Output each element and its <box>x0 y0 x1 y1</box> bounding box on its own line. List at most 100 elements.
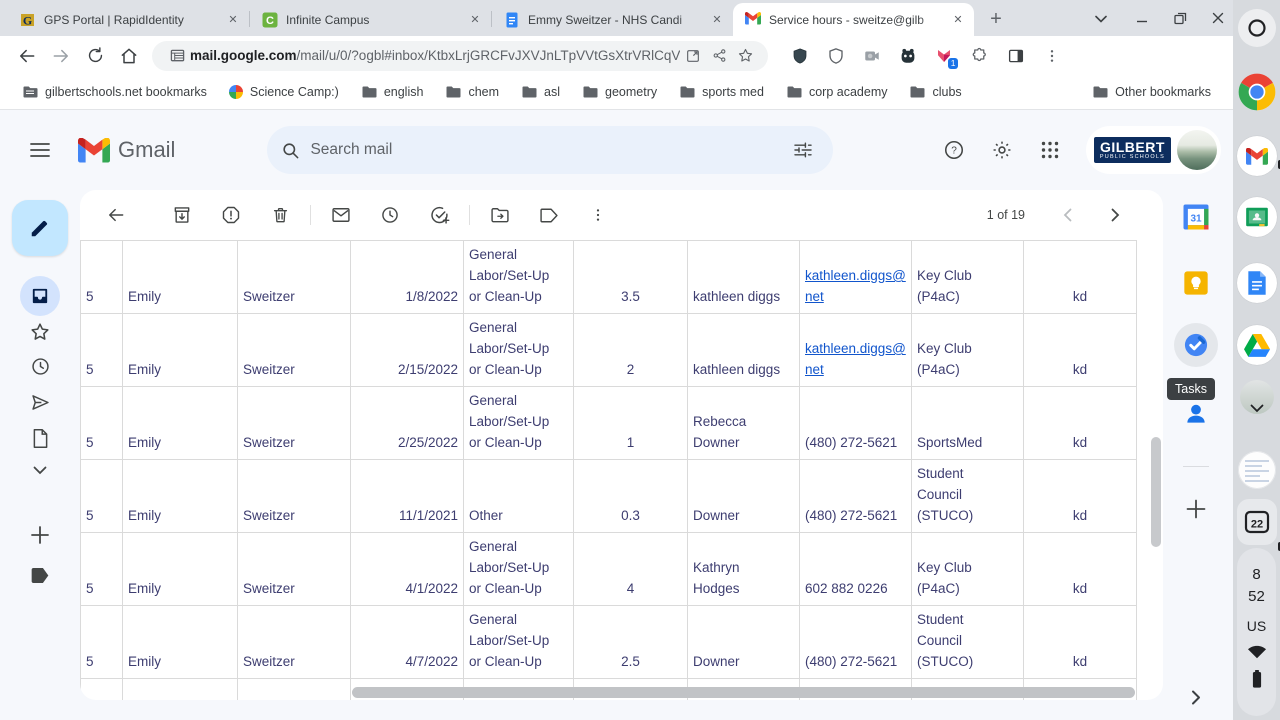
settings-gear-icon[interactable] <box>980 128 1024 172</box>
sidebar-item-starred[interactable] <box>0 321 80 343</box>
google-docs-favicon <box>504 12 520 28</box>
extension-mascot-icon[interactable] <box>892 40 924 72</box>
cell-supervisor: kathleen diggs <box>688 241 800 314</box>
mark-unread-icon[interactable] <box>321 195 361 235</box>
status-tray[interactable]: 8 52 US <box>1237 548 1276 716</box>
bookmark-item[interactable]: english <box>353 80 432 104</box>
bookmark-item[interactable]: Science Camp:) <box>221 81 347 103</box>
minimize-button[interactable] <box>1133 9 1151 27</box>
bookmark-item[interactable]: geometry <box>574 80 665 104</box>
close-tab-icon[interactable]: ✕ <box>467 12 483 28</box>
panel-divider <box>1183 466 1209 467</box>
bookmark-star-icon[interactable] <box>732 43 758 69</box>
star-icon <box>29 321 51 343</box>
older-email-icon[interactable] <box>1095 195 1135 235</box>
cell-contact: kathleen.diggs@ net <box>800 314 912 387</box>
sidebar-item-snoozed[interactable] <box>0 356 80 377</box>
new-tab-button[interactable]: + <box>982 5 1010 33</box>
site-info-icon[interactable] <box>164 43 190 69</box>
gmail-logo[interactable]: Gmail <box>78 137 175 163</box>
extensions-puzzle-icon[interactable] <box>964 40 996 72</box>
email-link[interactable]: kathleen.diggs@ net <box>805 341 906 377</box>
calendar-panel-icon[interactable]: 31 <box>1174 195 1218 239</box>
back-icon[interactable] <box>10 39 44 73</box>
sidebar-item-drafts[interactable] <box>0 428 80 449</box>
extension-shield-dark-icon[interactable] <box>784 40 816 72</box>
move-to-icon[interactable] <box>480 195 520 235</box>
cell-contact: (480) 272-5621 <box>800 606 912 679</box>
cell-date: 4/1/2022 <box>351 533 464 606</box>
tab-gps-portal[interactable]: G GPS Portal | RapidIdentity ✕ <box>8 3 249 36</box>
main-menu-icon[interactable] <box>16 126 64 174</box>
tab-search-icon[interactable] <box>1087 5 1115 33</box>
tab-gmail-service-hours[interactable]: Service hours - sweitze@gilb ✕ <box>733 3 974 36</box>
address-bar[interactable]: mail.google.com/mail/u/0/?ogbl#inbox/Ktb… <box>152 41 768 71</box>
labels-icon[interactable] <box>0 567 80 584</box>
google-apps-grid-icon[interactable] <box>1028 128 1072 172</box>
delete-icon[interactable] <box>260 195 300 235</box>
bookmark-item[interactable]: sports med <box>671 80 772 104</box>
open-in-window-icon[interactable] <box>680 43 706 69</box>
back-to-inbox-icon[interactable] <box>96 195 136 235</box>
gmail-shelf-icon[interactable] <box>1233 136 1280 176</box>
sidebar-more-chevron-icon[interactable] <box>0 466 80 475</box>
more-options-kebab-icon[interactable] <box>578 195 618 235</box>
bookmark-item[interactable]: clubs <box>901 80 969 104</box>
bookmark-item[interactable]: gilbertschools.net bookmarks <box>14 80 215 104</box>
close-window-button[interactable] <box>1209 9 1227 27</box>
report-spam-icon[interactable] <box>211 195 251 235</box>
cell-contact: 602 882 0226 <box>800 533 912 606</box>
classroom-shelf-icon[interactable] <box>1233 197 1280 237</box>
forward-icon[interactable] <box>44 39 78 73</box>
keep-panel-icon[interactable] <box>1174 261 1218 305</box>
sidebar-item-inbox[interactable] <box>0 276 80 316</box>
home-icon[interactable] <box>112 39 146 73</box>
extension-kami-icon[interactable]: 1 <box>928 40 960 72</box>
vertical-scrollbar[interactable] <box>1151 437 1161 547</box>
newer-email-icon[interactable] <box>1047 195 1087 235</box>
extension-shield-outline-icon[interactable] <box>820 40 852 72</box>
other-bookmarks[interactable]: Other bookmarks <box>1084 80 1219 104</box>
extension-camera-icon[interactable] <box>856 40 888 72</box>
snooze-icon[interactable] <box>370 195 410 235</box>
help-icon[interactable]: ? <box>932 128 976 172</box>
create-label-plus-icon[interactable] <box>0 526 80 544</box>
chrome-shelf-icon[interactable] <box>1233 72 1280 112</box>
compose-button[interactable] <box>12 200 68 256</box>
docs-shelf-icon[interactable] <box>1233 263 1280 303</box>
close-tab-icon[interactable]: ✕ <box>709 12 725 28</box>
share-icon[interactable] <box>706 43 732 69</box>
reload-icon[interactable] <box>78 39 112 73</box>
restore-button[interactable] <box>1171 9 1189 27</box>
cell-hours: 2.5 <box>574 606 688 679</box>
add-to-tasks-icon[interactable] <box>419 195 459 235</box>
account-chip[interactable]: GILBERT PUBLIC SCHOOLS <box>1086 126 1221 174</box>
drive-shelf-icon[interactable] <box>1233 325 1280 365</box>
label-icon[interactable] <box>529 195 569 235</box>
search-options-icon[interactable] <box>781 128 825 172</box>
bookmark-item[interactable]: chem <box>437 80 507 104</box>
shelf-scroll-chevron-icon[interactable] <box>1233 404 1280 413</box>
horizontal-scrollbar[interactable] <box>352 687 1135 698</box>
bookmark-item[interactable]: corp academy <box>778 80 896 104</box>
close-tab-icon[interactable]: ✕ <box>950 12 966 28</box>
close-tab-icon[interactable]: ✕ <box>225 12 241 28</box>
tasks-panel-icon[interactable] <box>1174 323 1218 367</box>
pwa-shelf-icon[interactable] <box>1233 451 1280 489</box>
archive-icon[interactable] <box>162 195 202 235</box>
tab-infinite-campus[interactable]: C Infinite Campus ✕ <box>250 3 491 36</box>
tab-docs-emmy-sweitzer[interactable]: Emmy Sweitzer - NHS Candi ✕ <box>492 3 733 36</box>
avatar[interactable] <box>1177 130 1217 170</box>
collapse-panel-icon[interactable] <box>1174 675 1218 719</box>
svg-text:22: 22 <box>1250 519 1262 531</box>
bookmark-item[interactable]: asl <box>513 80 568 104</box>
launcher-button[interactable] <box>1233 9 1280 47</box>
get-addons-plus-icon[interactable] <box>1174 487 1218 531</box>
service-table-body: 5EmilySweitzer1/8/2022General Labor/Set-… <box>81 241 1137 701</box>
calendar-app-shelf-icon[interactable]: 22 <box>1233 499 1280 545</box>
side-panel-icon[interactable] <box>1000 40 1032 72</box>
sidebar-item-sent[interactable] <box>0 392 80 413</box>
browser-menu-kebab-icon[interactable] <box>1036 40 1068 72</box>
search-input[interactable]: Search mail <box>267 126 833 174</box>
email-link[interactable]: kathleen.diggs@ net <box>805 268 906 304</box>
